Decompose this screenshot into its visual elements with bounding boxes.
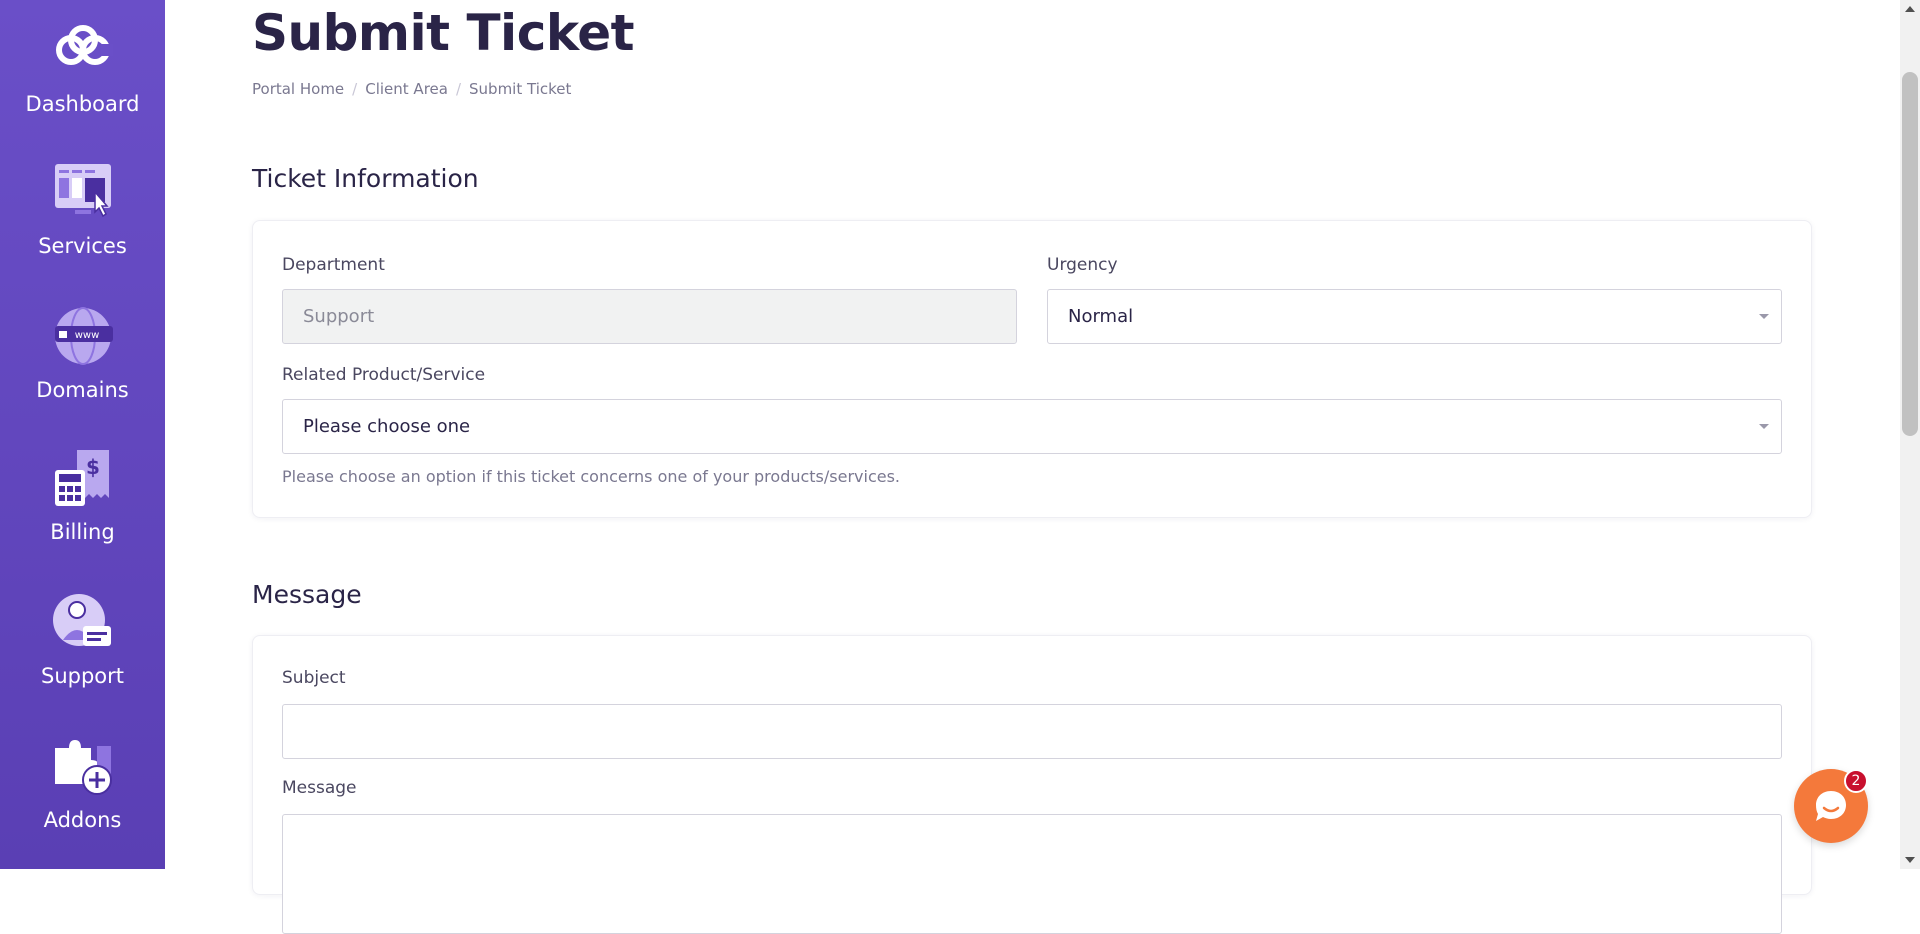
message-textarea[interactable] (282, 814, 1782, 934)
chevron-down-icon (1759, 424, 1769, 429)
scroll-up-arrow-icon[interactable] (1905, 6, 1915, 12)
message-card: Subject Message (252, 635, 1812, 934)
ticket-information-heading: Ticket Information (252, 164, 479, 193)
support-agent-icon (51, 590, 115, 654)
related-product-label: Related Product/Service (282, 365, 486, 385)
department-field: Support (282, 289, 1017, 344)
sidebar-item-services[interactable]: Services (0, 160, 165, 258)
chevron-down-icon (1759, 314, 1769, 319)
notification-badge: 2 (1844, 769, 1868, 793)
message-heading: Message (252, 580, 362, 609)
sidebar-item-label: Domains (36, 378, 129, 402)
breadcrumb-separator: / (455, 80, 462, 98)
sidebar-item-label: Support (40, 664, 124, 688)
scroll-down-arrow-icon[interactable] (1905, 857, 1915, 863)
sidebar-item-domains[interactable]: www Domains (0, 304, 165, 402)
sidebar-item-billing[interactable]: $ Billing (0, 446, 165, 544)
related-product-select[interactable]: Please choose one (282, 399, 1782, 454)
chat-bubble-icon (1816, 791, 1846, 821)
subject-input[interactable] (282, 704, 1782, 759)
urgency-select[interactable]: Normal (1047, 289, 1782, 344)
subject-label: Subject (282, 668, 346, 688)
sidebar: Dashboard Services www Domains $ Billing… (0, 0, 165, 869)
urgency-value: Normal (1068, 306, 1134, 327)
services-icon (51, 160, 115, 224)
svg-text:$: $ (86, 455, 100, 479)
related-product-value: Please choose one (303, 416, 471, 437)
page-scrollbar[interactable] (1900, 0, 1920, 869)
sidebar-item-addons[interactable]: Addons (0, 734, 165, 832)
breadcrumb-separator: / (352, 80, 358, 98)
sidebar-item-support[interactable]: Support (0, 590, 165, 688)
sidebar-item-label: Services (38, 234, 127, 258)
related-product-help-text: Please choose an option if this ticket c… (282, 467, 901, 486)
addons-puzzle-icon (51, 734, 115, 798)
sidebar-item-label: Addons (43, 808, 122, 832)
message-label: Message (282, 778, 357, 798)
breadcrumb-client-area[interactable]: Client Area (365, 80, 448, 98)
dashboard-logo-icon (51, 18, 115, 82)
department-label: Department (282, 255, 385, 275)
page-title: Submit Ticket (252, 4, 635, 62)
billing-calculator-icon: $ (51, 446, 115, 510)
svg-text:www: www (74, 330, 99, 341)
main-content: Submit Ticket Portal Home / Client Area … (165, 0, 1900, 934)
breadcrumb-current: Submit Ticket (469, 80, 572, 98)
breadcrumb: Portal Home / Client Area / Submit Ticke… (252, 80, 571, 98)
scrollbar-thumb[interactable] (1902, 72, 1918, 436)
sidebar-item-label: Billing (50, 520, 115, 544)
domains-globe-icon: www (51, 304, 115, 368)
ticket-information-card: Department Support Urgency Normal Relate… (252, 220, 1812, 518)
sidebar-item-dashboard[interactable]: Dashboard (0, 18, 165, 116)
breadcrumb-portal-home[interactable]: Portal Home (252, 80, 344, 98)
department-value: Support (303, 306, 375, 327)
urgency-label: Urgency (1047, 255, 1118, 275)
sidebar-item-label: Dashboard (25, 92, 140, 116)
